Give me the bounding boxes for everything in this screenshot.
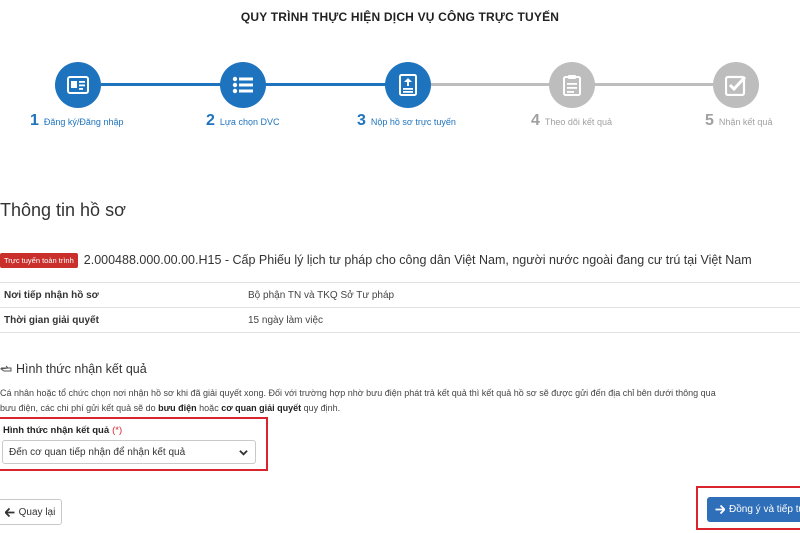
receive-method-label: Hình thức nhận kết quả (*) [3,425,122,436]
step-connector-2 [265,83,386,86]
step-text: Nộp hồ sơ trực tuyến [370,117,456,127]
hand-pointer-icon [0,365,12,372]
back-button[interactable]: Quay lại [0,499,62,525]
process-steps: 1 Đăng ký/Đăng nhập 2 Lựa chọn DVC 3 Nộp… [0,62,800,142]
step-3-circle[interactable] [385,62,431,108]
receive-description: Cá nhân hoặc tổ chức chọn nơi nhận hồ sơ… [0,386,800,416]
process-title: QUY TRÌNH THỰC HIỆN DỊCH VỤ CÔNG TRỰC TU… [240,10,560,24]
required-mark: (*) [112,425,123,436]
step-text: Theo dõi kết quả [544,117,612,127]
step-3-label: 3 Nộp hồ sơ trực tuyến [357,112,456,130]
step-connector-4 [594,83,714,86]
step-number: 1 [30,112,39,129]
step-1-circle[interactable] [55,62,101,108]
step-number: 3 [357,112,366,129]
field-label-text: Hình thức nhận kết quả [3,425,110,436]
procedure-row: Trực tuyến toàn trình 2.000488.000.00.00… [0,250,800,270]
chevron-down-icon [239,450,248,456]
arrow-right-icon [715,505,725,514]
table-row: Nơi tiếp nhận hồ sơ Bộ phận TN và TKQ Sở… [0,283,800,308]
document-upload-icon [399,74,417,96]
row-value: 15 ngày làm việc [248,314,324,326]
procedure-name: 2.000488.000.00.00.H15 - Cấp Phiếu lý lị… [83,253,752,267]
step-4-label: 4 Theo dõi kết quả [531,112,612,130]
description-bold: cơ quan giải quyết [221,403,302,413]
receive-title-text: Hình thức nhận kết quả [16,362,147,376]
online-badge: Trực tuyến toàn trình [0,252,78,268]
select-value: Đến cơ quan tiếp nhận để nhận kết quả [9,446,186,458]
description-text: hoặc [196,403,222,413]
receive-method-select[interactable]: Đến cơ quan tiếp nhận để nhận kết quả [2,440,256,464]
row-label: Thời gian giải quyết [4,314,99,326]
section-title: Thông tin hồ sơ [0,200,126,220]
step-number: 2 [206,112,215,129]
description-text: bưu điện, các chi phí gửi kết quả sẽ do [0,403,159,413]
id-card-icon [67,76,89,94]
step-2-circle[interactable] [220,62,266,108]
step-number: 5 [705,112,714,129]
description-bold: bưu điện [158,403,197,413]
step-text: Lựa chọn DVC [219,117,280,127]
step-text: Nhận kết quả [718,117,773,127]
step-5-circle[interactable] [713,62,759,108]
table-row: Thời gian giải quyết 15 ngày làm việc [0,308,800,333]
step-number: 4 [531,112,540,129]
list-icon [232,76,253,94]
row-value: Bộ phận TN và TKQ Sở Tư pháp [248,289,395,301]
checkbox-icon [725,75,747,96]
clipboard-icon [563,75,581,96]
description-text: quy định. [301,403,341,413]
step-2-label: 2 Lựa chọn DVC [206,112,279,130]
step-1-label: 1 Đăng ký/Đăng nhập [30,112,123,130]
description-line-2: bưu điện, các chi phí gửi kết quả sẽ do … [0,401,800,416]
back-label: Quay lại [18,506,56,518]
receive-section-title: Hình thức nhận kết quả [0,362,147,376]
description-line-1: Cá nhân hoặc tổ chức chọn nơi nhận hồ sơ… [0,388,716,398]
step-connector-1 [101,83,221,86]
agree-continue-button[interactable]: Đồng ý và tiếp tục [707,497,800,522]
step-connector-3 [430,83,550,86]
step-4-circle[interactable] [549,62,595,108]
step-text: Đăng ký/Đăng nhập [43,117,124,127]
row-label: Nơi tiếp nhận hồ sơ [4,289,99,301]
arrow-left-icon [4,507,15,517]
info-table: Nơi tiếp nhận hồ sơ Bộ phận TN và TKQ Sở… [0,282,800,333]
next-label: Đồng ý và tiếp tục [729,504,800,515]
step-5-label: 5 Nhận kết quả [705,112,772,130]
